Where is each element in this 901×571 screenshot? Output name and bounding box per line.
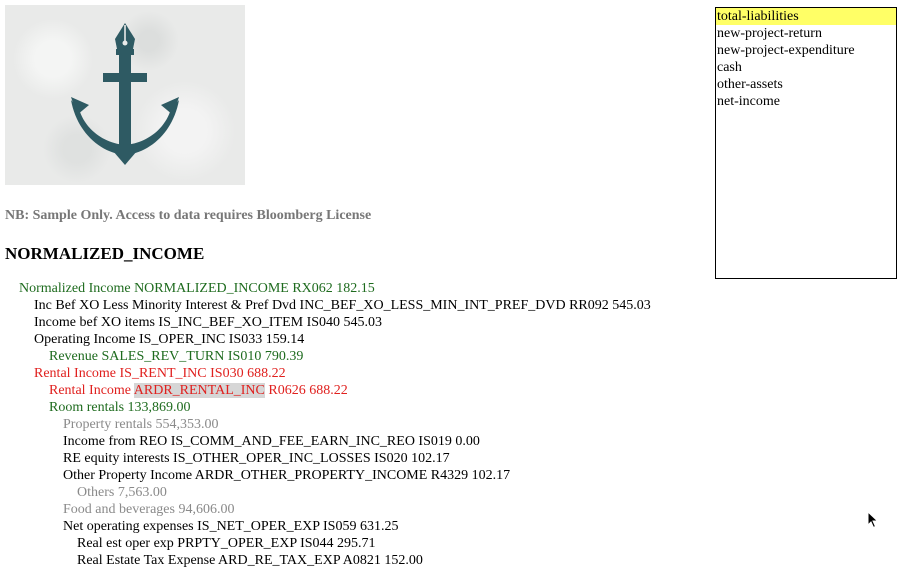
tree-row: Real est oper exp PRPTY_OPER_EXP IS044 2… — [77, 536, 376, 551]
tree-row: Real Estate Tax Expense ARD_RE_TAX_EXP A… — [77, 553, 423, 568]
tree-row: Revenue SALES_REV_TURN IS010 790.39 — [49, 349, 304, 364]
tree-row: Income bef XO items IS_INC_BEF_XO_ITEM I… — [34, 315, 383, 330]
tree-row: Net operating expenses IS_NET_OPER_EXP I… — [63, 519, 399, 534]
license-note: NB: Sample Only. Access to data requires… — [5, 208, 372, 223]
tree-row: Income from REO IS_COMM_AND_FEE_EARN_INC… — [63, 434, 480, 449]
tree-row: Other Property Income ARDR_OTHER_PROPERT… — [63, 468, 511, 483]
list-item-other-assets[interactable]: other-assets — [716, 76, 896, 93]
list-item-new-project-expenditure[interactable]: new-project-expenditure — [716, 42, 896, 59]
tree-row: Food and beverages 94,606.00 — [63, 502, 235, 517]
tree-row: Normalized Income NORMALIZED_INCOME RX06… — [19, 281, 375, 296]
tree-row: Rental Income ARDR_RENTAL_INC R0626 688.… — [49, 382, 348, 399]
anchor-pen-icon — [71, 23, 179, 165]
tree-row: Property rentals 554,353.00 — [63, 417, 219, 432]
list-item-net-income[interactable]: net-income — [716, 93, 896, 110]
tree-row: Rental Income IS_RENT_INC IS030 688.22 — [34, 366, 286, 381]
tree-row: Operating Income IS_OPER_INC IS033 159.1… — [34, 332, 305, 347]
tree-row-value: R0626 688.22 — [264, 383, 348, 398]
tree-row: Inc Bef XO Less Minority Interest & Pref… — [34, 298, 651, 313]
list-item-total-liabilities[interactable]: total-liabilities — [716, 8, 896, 25]
list-item-cash[interactable]: cash — [716, 59, 896, 76]
logo-image — [5, 5, 245, 185]
tree-row: Others 7,563.00 — [77, 485, 167, 500]
list-item-new-project-return[interactable]: new-project-return — [716, 25, 896, 42]
mouse-pointer-icon — [867, 511, 879, 529]
tree-row: RE equity interests IS_OTHER_OPER_INC_LO… — [63, 451, 450, 466]
page-title: NORMALIZED_INCOME — [5, 244, 205, 263]
tree-row-label: Rental Income — [49, 383, 134, 398]
metric-listbox[interactable]: total-liabilities new-project-return new… — [715, 7, 897, 279]
tree-row: Room rentals 133,869.00 — [49, 400, 191, 415]
highlighted-field-code[interactable]: ARDR_RENTAL_INC — [133, 383, 265, 398]
